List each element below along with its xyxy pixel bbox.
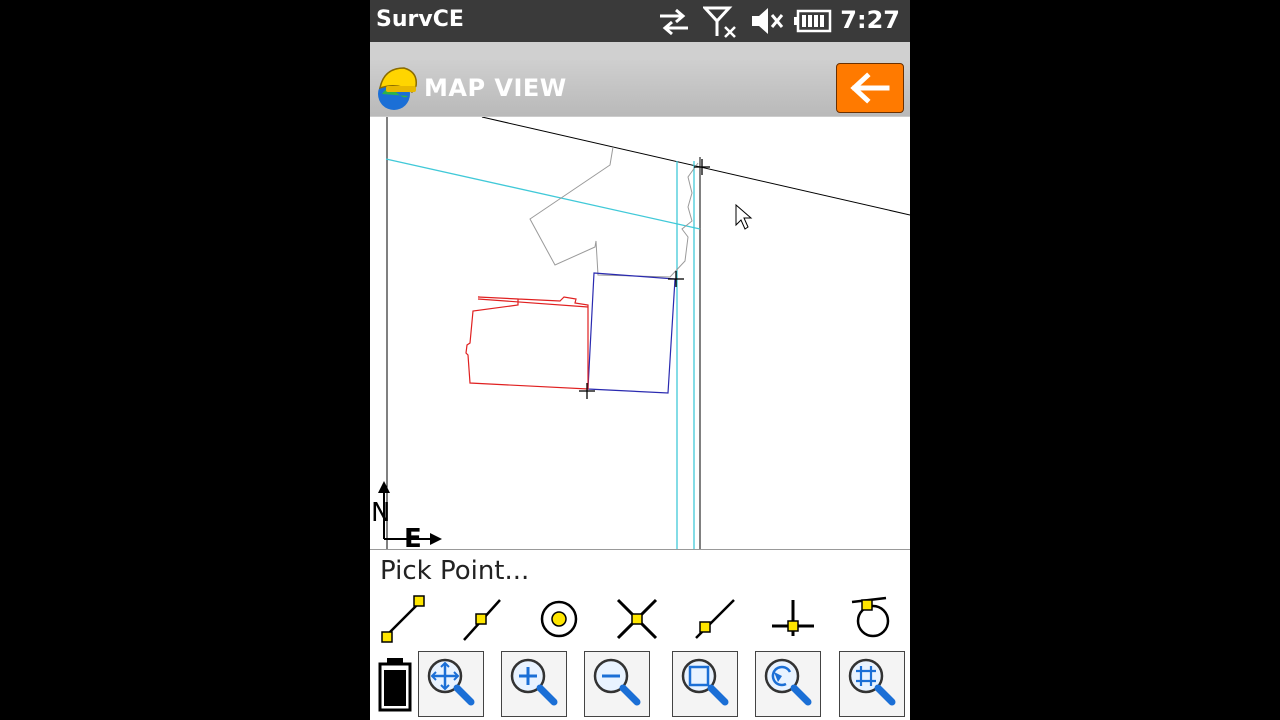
device-screen: SurvCE 7:27 MAP VIEW N E Pick Point...: [370, 0, 910, 720]
clock-time: 7:27: [840, 6, 900, 34]
map-drawing: N E: [371, 116, 910, 554]
app-name: SurvCE: [376, 7, 464, 32]
snap-center-icon: [540, 600, 578, 638]
snap-midpoint-icon: [463, 599, 501, 641]
prompt-text: Pick Point...: [380, 556, 530, 586]
snap-endpoint-icon: [381, 595, 425, 643]
status-bar: SurvCE 7:27: [370, 0, 910, 42]
snap-endpoint-button[interactable]: [378, 594, 428, 644]
battery-icon: [794, 9, 832, 33]
snap-tangent-icon: [851, 596, 890, 638]
map-canvas[interactable]: N E: [370, 116, 910, 554]
zoom-extents-icon: [848, 658, 896, 706]
snap-center-button[interactable]: [534, 594, 584, 644]
sync-arrows-icon: [660, 8, 688, 36]
snap-tangent-button[interactable]: [846, 594, 896, 644]
snap-intersection-button[interactable]: [612, 594, 662, 644]
zoom-previous-icon: [764, 658, 812, 706]
back-button[interactable]: [836, 63, 904, 113]
snap-perpendicular-icon: [772, 600, 814, 636]
parcel-outline-blue: [587, 272, 676, 394]
zoom-pan-button[interactable]: [418, 651, 484, 717]
title-bar: MAP VIEW: [370, 60, 910, 116]
zoom-previous-button[interactable]: [755, 651, 821, 717]
status-separator: [370, 42, 910, 60]
surveyor-helmet-logo-icon: [378, 67, 417, 110]
snap-nearest-icon: [695, 599, 735, 639]
east-label: E: [404, 524, 422, 549]
arrow-left-icon: [850, 72, 890, 104]
point-marker: [579, 159, 710, 399]
zoom-in-icon: [510, 658, 558, 706]
snap-midpoint-button[interactable]: [456, 594, 506, 644]
battery-status-icon: [378, 658, 412, 712]
building-outline-gray: [529, 146, 699, 278]
snap-intersection-icon: [616, 598, 658, 640]
snap-perpendicular-button[interactable]: [768, 594, 818, 644]
zoom-out-button[interactable]: [584, 651, 650, 717]
building-outline-red: [465, 296, 589, 390]
snap-nearest-button[interactable]: [690, 594, 740, 644]
page-title: MAP VIEW: [424, 74, 567, 102]
no-signal-icon: [703, 6, 736, 38]
zoom-in-button[interactable]: [501, 651, 567, 717]
north-label: N: [371, 498, 390, 528]
zoom-window-button[interactable]: [672, 651, 738, 717]
zoom-out-icon: [593, 658, 641, 706]
zoom-window-icon: [681, 658, 729, 706]
mute-icon: [752, 8, 784, 34]
road-line-diagonal: [385, 158, 701, 230]
zoom-extents-button[interactable]: [839, 651, 905, 717]
mouse-cursor-icon: [735, 203, 753, 230]
zoom-pan-icon: [427, 658, 475, 706]
